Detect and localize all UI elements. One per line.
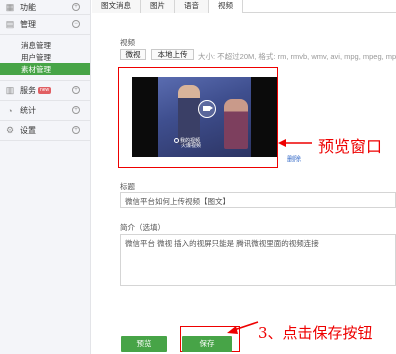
nav-group-label: 管理 xyxy=(20,20,36,29)
nav-group-settings[interactable]: ⚙ 设置 + xyxy=(0,121,90,141)
tab-video[interactable]: 视频 xyxy=(209,0,243,13)
nav-group-label: 设置 xyxy=(20,126,36,135)
nav-group-label: 服务 xyxy=(20,86,36,95)
tab-image[interactable]: 图片 xyxy=(141,0,175,13)
video-label: 视频 xyxy=(120,38,135,47)
chevron-icon: + xyxy=(72,3,80,11)
video-preview-window: 我的视频 火爆视频 xyxy=(118,67,278,168)
chevron-icon: + xyxy=(72,86,80,94)
nav-group-features[interactable]: ▦ 功能 + xyxy=(0,0,90,15)
video-player[interactable]: 我的视频 火爆视频 xyxy=(132,77,277,157)
nav-group-label: 统计 xyxy=(20,106,36,115)
video-watermark: 我的视频 火爆视频 xyxy=(174,138,201,149)
folder-icon: ▤ xyxy=(5,19,15,29)
camera-icon xyxy=(203,106,213,111)
chevron-icon: + xyxy=(72,126,80,134)
preview-window-annotation: 预览窗口 xyxy=(318,137,383,156)
title-input[interactable]: 微信平台如何上传视频【图文】 xyxy=(120,192,396,208)
app-root: ▦ 功能 + ▤ 管理 − 消息管理 用户管理 素材管理 ▥ 服务 new + … xyxy=(0,0,396,354)
tab-voice[interactable]: 语音 xyxy=(175,0,209,13)
sidebar-item-materials[interactable]: 素材管理 xyxy=(0,63,90,75)
intro-label: 简介（选填） xyxy=(120,223,165,232)
grid-icon: ▦ xyxy=(5,1,15,12)
chevron-icon: − xyxy=(72,20,80,28)
video-person xyxy=(224,99,248,149)
sidebar: ▦ 功能 + ▤ 管理 − 消息管理 用户管理 素材管理 ▥ 服务 new + … xyxy=(0,0,91,354)
weishi-button[interactable]: 微视 xyxy=(120,49,146,60)
sidebar-item-messages[interactable]: 消息管理 xyxy=(0,39,90,51)
chart-icon: ◔ xyxy=(7,105,13,116)
main-panel: 图文消息 图片 语音 视频 视频 微视 本地上传 大小: 不超过20M, 格式:… xyxy=(92,0,396,354)
intro-textarea[interactable]: 微信平台 微视 插入的视屏只能是 腾讯微视里面的视频连接 xyxy=(120,234,396,286)
play-icon[interactable] xyxy=(198,100,216,118)
chevron-icon: + xyxy=(72,106,80,114)
nav-group-stats[interactable]: ◔ 统计 + xyxy=(0,101,90,121)
nav-group-label: 功能 xyxy=(20,2,36,12)
upload-hint: 大小: 不超过20M, 格式: rm, rmvb, wmv, avi, mpg,… xyxy=(198,52,396,61)
new-badge: new xyxy=(38,87,52,94)
tab-news[interactable]: 图文消息 xyxy=(92,0,141,13)
tab-bar: 图文消息 图片 语音 视频 xyxy=(92,0,396,13)
watermark-subtext: 火爆视频 xyxy=(181,142,202,149)
service-icon: ▥ xyxy=(5,85,15,95)
sidebar-item-users[interactable]: 用户管理 xyxy=(0,51,90,63)
local-upload-button[interactable]: 本地上传 xyxy=(151,49,194,60)
title-label: 标题 xyxy=(120,182,135,191)
nav-group-manage[interactable]: ▤ 管理 − xyxy=(0,15,90,35)
video-person xyxy=(178,85,200,145)
delete-link[interactable]: 删除 xyxy=(287,154,301,164)
save-step-annotation: 3、点击保存按钮 xyxy=(258,324,373,342)
preview-button[interactable]: 预览 xyxy=(121,336,167,352)
save-button[interactable]: 保存 xyxy=(182,336,232,352)
nav-group-service[interactable]: ▥ 服务 new + xyxy=(0,81,90,101)
settings-icon: ⚙ xyxy=(5,125,15,135)
